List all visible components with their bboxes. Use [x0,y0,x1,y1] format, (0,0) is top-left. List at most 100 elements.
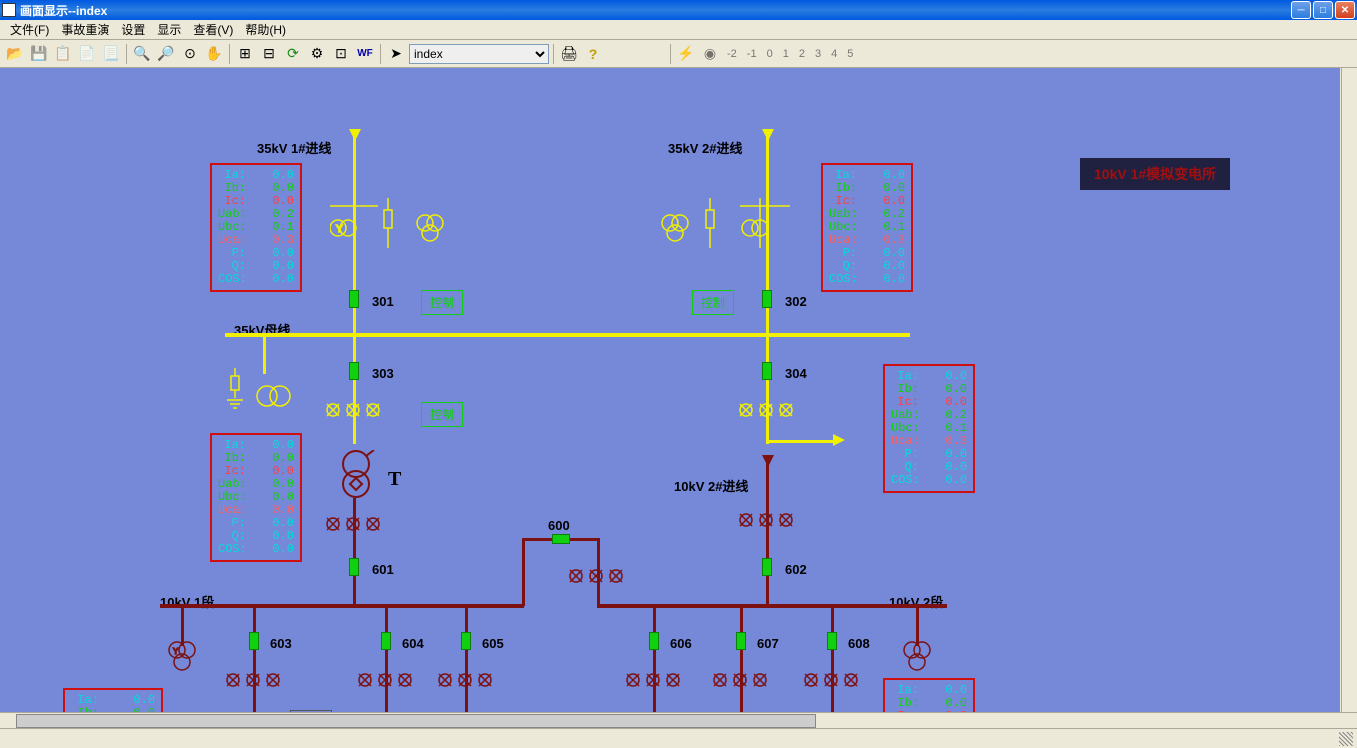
databox-line1: Ia:0.0 Ib:0.0 Ic:0.0 Uab:0.2 Ubc:0.1 Uca… [210,163,302,292]
menu-file[interactable]: 文件(F) [4,19,55,40]
nav-num[interactable]: 2 [795,48,809,60]
layout1-icon[interactable]: ⊞ [234,43,256,65]
nav-num[interactable]: 1 [779,48,793,60]
disconnect-icon[interactable] [325,512,385,536]
svg-text:Y: Y [173,647,179,656]
disconnect-icon[interactable] [225,668,285,692]
ctrl-302[interactable]: 控制 [692,290,734,315]
open-icon[interactable]: 📂 [4,43,26,65]
line [766,440,834,443]
breaker-606-label: 606 [670,636,692,651]
zoom-out-icon[interactable]: 🔎 [155,43,177,65]
breaker-605-label: 605 [482,636,504,651]
ctrl-303[interactable]: 控制 [421,402,463,427]
save-icon[interactable]: 💾 [28,43,50,65]
window-title: 画面显示--index [20,2,1291,19]
app-icon [2,3,16,17]
disconnect-icon[interactable] [803,668,863,692]
resize-grip-icon[interactable] [1339,732,1353,746]
tool2-icon[interactable]: ⊡ [330,43,352,65]
disconnect-icon[interactable] [357,668,417,692]
breaker-601-label: 601 [372,562,394,577]
breaker-303[interactable] [349,362,359,380]
breaker-605[interactable] [461,632,471,650]
transformer-icon[interactable] [336,450,376,500]
pan-icon[interactable]: ✋ [203,43,225,65]
breaker-607[interactable] [736,632,746,650]
svg-text:Y: Y [336,224,343,235]
paste-icon[interactable]: 📄 [76,43,98,65]
arrow-down-icon [761,454,775,468]
ctrl-301[interactable]: 控制 [421,290,463,315]
menu-accident[interactable]: 事故重演 [55,19,115,40]
wf-icon[interactable]: WF [354,43,376,65]
help-icon[interactable]: ? [582,43,604,65]
doc-icon[interactable]: 📃 [100,43,122,65]
disconnect-icon[interactable] [325,398,385,422]
breaker-608-label: 608 [848,636,870,651]
line [522,540,525,606]
menu-help[interactable]: 帮助(H) [239,19,292,40]
tool4-icon[interactable]: ◉ [699,43,721,65]
breaker-608[interactable] [827,632,837,650]
disconnect-icon[interactable] [625,668,685,692]
menubar: 文件(F) 事故重演 设置 显示 查看(V) 帮助(H) [0,20,1357,40]
canvas-wrap: 10kV 1#模拟变电所 35kV 1#进线 35kV 2#进线 35kV母线 … [0,68,1357,728]
print-icon[interactable]: 🖨 [558,43,580,65]
breaker-606[interactable] [649,632,659,650]
scrollbar-horizontal[interactable] [0,712,1357,728]
titlebar: 画面显示--index ─ □ ✕ [0,0,1357,20]
nav-num[interactable]: 0 [763,48,777,60]
menu-settings[interactable]: 设置 [115,19,151,40]
line [253,606,256,728]
databox-line2: Ia:0.0 Ib:0.0 Ic:0.0 Uab:0.2 Ubc:0.1 Uca… [821,163,913,292]
zoom-in-icon[interactable]: 🔍 [131,43,153,65]
disconnect-icon[interactable] [568,564,628,588]
disconnect-icon[interactable] [437,668,497,692]
scada-canvas[interactable]: 10kV 1#模拟变电所 35kV 1#进线 35kV 2#进线 35kV母线 … [0,68,1340,728]
arrow-right-icon [832,433,846,447]
tool3-icon[interactable]: ⚡ [675,43,697,65]
nav-num[interactable]: 4 [827,48,841,60]
breaker-601[interactable] [349,558,359,576]
zoom-fit-icon[interactable]: ⊙ [179,43,201,65]
bus-10kv-1 [160,604,524,608]
nav-num[interactable]: -2 [723,48,741,60]
bus10-1-label: 10kV 1段 [160,592,214,611]
databox-303: Ia:0.0 Ib:0.0 Ic:0.0 Uab:0.0 Ubc:0.0 Uca… [210,433,302,562]
disconnect-icon[interactable] [712,668,772,692]
breaker-304[interactable] [762,362,772,380]
nav-num[interactable]: 3 [811,48,825,60]
maximize-button[interactable]: □ [1313,1,1333,19]
disconnect-icon[interactable] [738,508,798,532]
close-button[interactable]: ✕ [1335,1,1355,19]
pt-icon: Y [167,640,197,674]
copy-icon[interactable]: 📋 [52,43,74,65]
line [385,606,388,728]
menu-view[interactable]: 查看(V) [187,19,239,40]
layout2-icon[interactable]: ⊟ [258,43,280,65]
line2-label: 35kV 2#进线 [668,138,742,157]
transformer-label: T [388,468,401,491]
nav-num[interactable]: -1 [743,48,761,60]
menu-display[interactable]: 显示 [151,19,187,40]
arrow-icon[interactable]: ➤ [385,43,407,65]
toolbar: 📂 💾 📋 📄 📃 🔍 🔎 ⊙ ✋ ⊞ ⊟ ⟳ ⚙ ⊡ WF ➤ index 🖨… [0,40,1357,68]
scrollbar-vertical[interactable] [1341,68,1357,728]
breaker-600[interactable] [552,534,570,544]
tool1-icon[interactable]: ⚙ [306,43,328,65]
breaker-302[interactable] [762,290,772,308]
breaker-604[interactable] [381,632,391,650]
breaker-602[interactable] [762,558,772,576]
breaker-604-label: 604 [402,636,424,651]
refresh-icon[interactable]: ⟳ [282,43,304,65]
minimize-button[interactable]: ─ [1291,1,1311,19]
page-select[interactable]: index [409,44,549,64]
nav-num[interactable]: 5 [843,48,857,60]
disconnect-icon[interactable] [738,398,798,422]
breaker-302-label: 302 [785,294,807,309]
breaker-603[interactable] [249,632,259,650]
breaker-301[interactable] [349,290,359,308]
breaker-602-label: 602 [785,562,807,577]
statusbar [0,728,1357,748]
